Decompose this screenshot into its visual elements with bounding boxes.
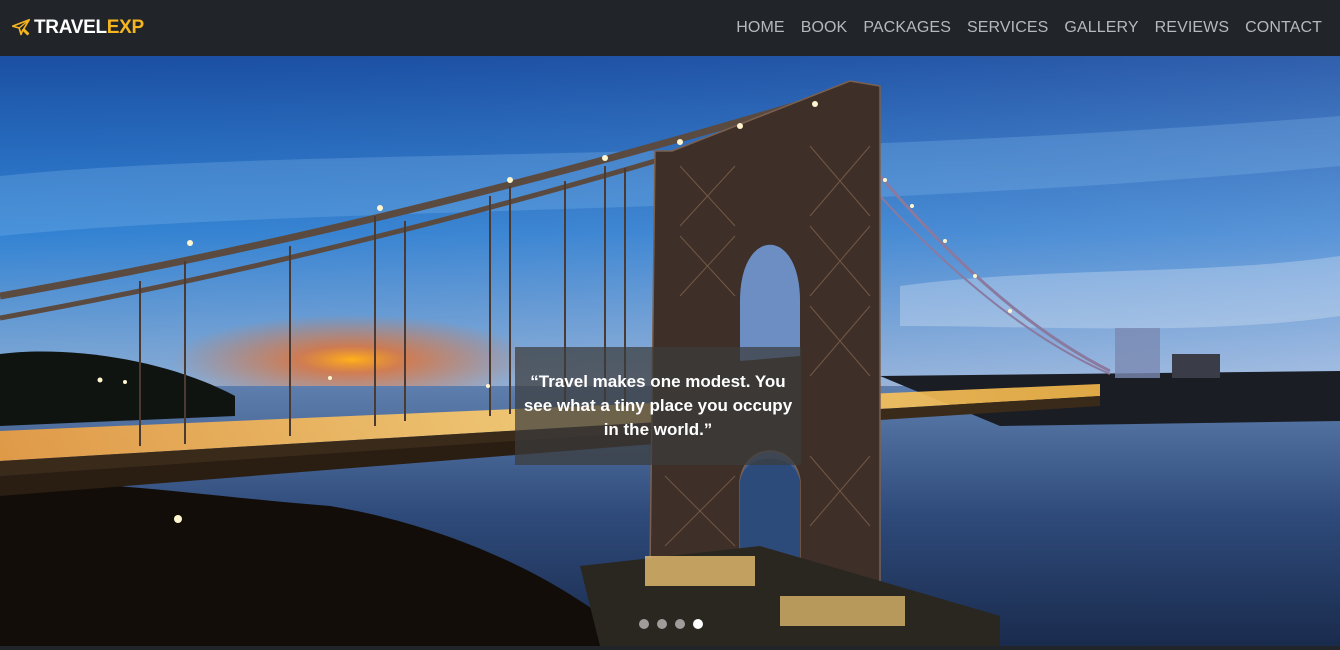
nav-book[interactable]: BOOK (801, 17, 848, 39)
brand-name-part1: TRAVEL (34, 17, 107, 38)
carousel-indicator-1[interactable] (639, 619, 649, 629)
nav-contact[interactable]: CONTACT (1245, 17, 1322, 39)
hero-quote-box: “Travel makes one modest. You see what a… (515, 347, 801, 465)
plane-icon (11, 18, 31, 36)
carousel-indicator-2[interactable] (657, 619, 667, 629)
page-bottom-edge (0, 646, 1340, 650)
hero-quote: “Travel makes one modest. You see what a… (523, 372, 793, 439)
main-nav: HOME BOOK PACKAGES SERVICES GALLERY REVI… (736, 17, 1322, 39)
nav-packages[interactable]: PACKAGES (863, 17, 951, 39)
nav-services[interactable]: SERVICES (967, 17, 1048, 39)
brand-name: TRAVELEXP (34, 17, 144, 39)
brand-name-part2: EXP (106, 17, 144, 38)
brand-logo[interactable]: TRAVELEXP (10, 14, 144, 42)
nav-home[interactable]: HOME (736, 17, 784, 39)
carousel-indicators (639, 619, 703, 629)
carousel-indicator-3[interactable] (675, 619, 685, 629)
top-navbar: TRAVELEXP HOME BOOK PACKAGES SERVICES GA… (0, 0, 1340, 56)
nav-reviews[interactable]: REVIEWS (1155, 17, 1230, 39)
hero-carousel[interactable]: “Travel makes one modest. You see what a… (0, 56, 1340, 646)
nav-gallery[interactable]: GALLERY (1064, 17, 1138, 39)
carousel-indicator-4-active[interactable] (693, 619, 703, 629)
